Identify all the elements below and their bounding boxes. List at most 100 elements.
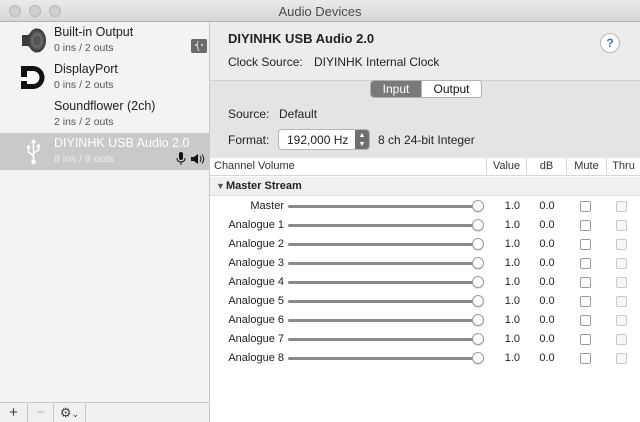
volume-slider[interactable] — [288, 338, 478, 341]
volume-slider[interactable] — [288, 205, 478, 208]
volume-value: 1.0 — [504, 314, 520, 326]
volume-value: 1.0 — [504, 219, 520, 231]
remove-device-button[interactable]: − — [28, 403, 54, 422]
volume-slider-knob[interactable] — [472, 276, 484, 288]
thru-checkbox[interactable] — [616, 277, 627, 288]
thru-checkbox[interactable] — [616, 315, 627, 326]
table-row: Analogue 4 1.0 0.0 — [210, 273, 640, 292]
volume-value: 1.0 — [504, 257, 520, 269]
channel-label: Analogue 5 — [228, 295, 284, 307]
channel-label: Analogue 7 — [228, 333, 284, 345]
volume-slider-knob[interactable] — [472, 333, 484, 345]
mute-checkbox[interactable] — [580, 353, 591, 364]
channel-label: Analogue 1 — [228, 219, 284, 231]
format-label: Format: — [228, 133, 270, 147]
tab-output[interactable]: Output — [421, 81, 481, 97]
mute-checkbox[interactable] — [580, 315, 591, 326]
volume-value: 1.0 — [504, 238, 520, 250]
volume-slider-knob[interactable] — [472, 200, 484, 212]
device-io: 8 ins / 8 outs — [54, 153, 114, 165]
column-header-mute[interactable]: Mute — [566, 158, 606, 176]
device-item-built-in-output[interactable]: Built-in Output 0 ins / 2 outs — [0, 22, 210, 59]
device-item-displayport[interactable]: DisplayPort 0 ins / 2 outs — [0, 59, 210, 96]
mute-checkbox[interactable] — [580, 334, 591, 345]
table-row: Analogue 1 1.0 0.0 — [210, 216, 640, 235]
thru-checkbox[interactable] — [616, 220, 627, 231]
volume-db: 0.0 — [539, 333, 555, 345]
channel-label: Analogue 3 — [228, 257, 284, 269]
mute-checkbox[interactable] — [580, 277, 591, 288]
mute-checkbox[interactable] — [580, 220, 591, 231]
volume-slider-knob[interactable] — [472, 314, 484, 326]
channel-label: Master — [250, 200, 284, 212]
device-name: Built-in Output — [54, 25, 134, 39]
volume-slider-knob[interactable] — [472, 219, 484, 231]
table-row: Analogue 6 1.0 0.0 — [210, 311, 640, 330]
mute-checkbox[interactable] — [580, 239, 591, 250]
table-row: Analogue 8 1.0 0.0 — [210, 349, 640, 368]
disclosure-triangle-icon[interactable]: ▼ — [216, 181, 225, 191]
add-device-button[interactable]: + — [0, 403, 28, 422]
thru-checkbox[interactable] — [616, 258, 627, 269]
device-title: DIYINHK USB Audio 2.0 — [228, 31, 375, 46]
stream-group-label: Master Stream — [226, 180, 302, 192]
gear-icon: ⚙︎ — [59, 405, 72, 420]
stream-group-row[interactable]: ▼ Master Stream — [210, 177, 640, 196]
volume-value: 1.0 — [504, 200, 520, 212]
volume-slider-knob[interactable] — [472, 352, 484, 364]
column-header-channel[interactable]: Channel Volume — [210, 158, 486, 176]
thru-checkbox[interactable] — [616, 353, 627, 364]
column-header-db[interactable]: dB — [526, 158, 566, 176]
sidebar-toolbar: + − ⚙︎⌄ — [0, 402, 210, 422]
tab-input[interactable]: Input — [371, 81, 421, 97]
device-name: DIYINHK USB Audio 2.0 — [54, 136, 190, 150]
source-label: Source: — [228, 107, 270, 121]
thru-checkbox[interactable] — [616, 296, 627, 307]
mute-checkbox[interactable] — [580, 258, 591, 269]
volume-slider[interactable] — [288, 300, 478, 303]
volume-slider[interactable] — [288, 281, 478, 284]
thru-checkbox[interactable] — [616, 334, 627, 345]
sample-rate-value: 192,000 Hz — [287, 133, 349, 147]
mute-checkbox[interactable] — [580, 201, 591, 212]
channel-label: Analogue 2 — [228, 238, 284, 250]
mute-checkbox[interactable] — [580, 296, 591, 307]
volume-db: 0.0 — [539, 257, 555, 269]
thru-checkbox[interactable] — [616, 239, 627, 250]
volume-slider[interactable] — [288, 262, 478, 265]
volume-slider[interactable] — [288, 243, 478, 246]
volume-slider[interactable] — [288, 319, 478, 322]
table-row: Analogue 2 1.0 0.0 — [210, 235, 640, 254]
device-item-soundflower[interactable]: Soundflower (2ch) 2 ins / 2 outs — [0, 96, 210, 133]
help-button[interactable]: ? — [600, 33, 620, 53]
volume-slider-knob[interactable] — [472, 295, 484, 307]
usb-icon — [26, 139, 40, 165]
volume-slider[interactable] — [288, 357, 478, 360]
channel-label: Analogue 8 — [228, 352, 284, 364]
volume-slider-knob[interactable] — [472, 238, 484, 250]
device-detail-panel: DIYINHK USB Audio 2.0 ? Clock Source: DI… — [210, 22, 640, 422]
device-name: DisplayPort — [54, 62, 118, 76]
volume-db: 0.0 — [539, 314, 555, 326]
clock-source-value[interactable]: DIYINHK Internal Clock — [314, 55, 439, 69]
volume-value: 1.0 — [504, 295, 520, 307]
sample-rate-select[interactable]: 192,000 Hz ▲ ▼ — [278, 129, 370, 150]
format-detail: 8 ch 24-bit Integer — [378, 133, 475, 147]
finder-icon — [191, 39, 207, 53]
device-io: 2 ins / 2 outs — [54, 116, 114, 128]
channel-label: Analogue 6 — [228, 314, 284, 326]
thru-checkbox[interactable] — [616, 201, 627, 212]
column-header-thru[interactable]: Thru — [606, 158, 640, 176]
volume-value: 1.0 — [504, 333, 520, 345]
volume-slider-knob[interactable] — [472, 257, 484, 269]
device-list: Built-in Output 0 ins / 2 outs DisplayPo… — [0, 22, 210, 402]
gear-menu-button[interactable]: ⚙︎⌄ — [54, 403, 86, 422]
device-item-diyinhk-usb[interactable]: DIYINHK USB Audio 2.0 8 ins / 8 outs — [0, 133, 210, 170]
volume-slider[interactable] — [288, 224, 478, 227]
table-header: Channel Volume Value dB Mute Thru — [210, 158, 640, 176]
displayport-icon — [21, 66, 45, 89]
column-header-value[interactable]: Value — [486, 158, 526, 176]
volume-db: 0.0 — [539, 352, 555, 364]
channel-volume-table: Channel Volume Value dB Mute Thru ▼ Mast… — [210, 158, 640, 422]
window-title: Audio Devices — [278, 4, 362, 19]
